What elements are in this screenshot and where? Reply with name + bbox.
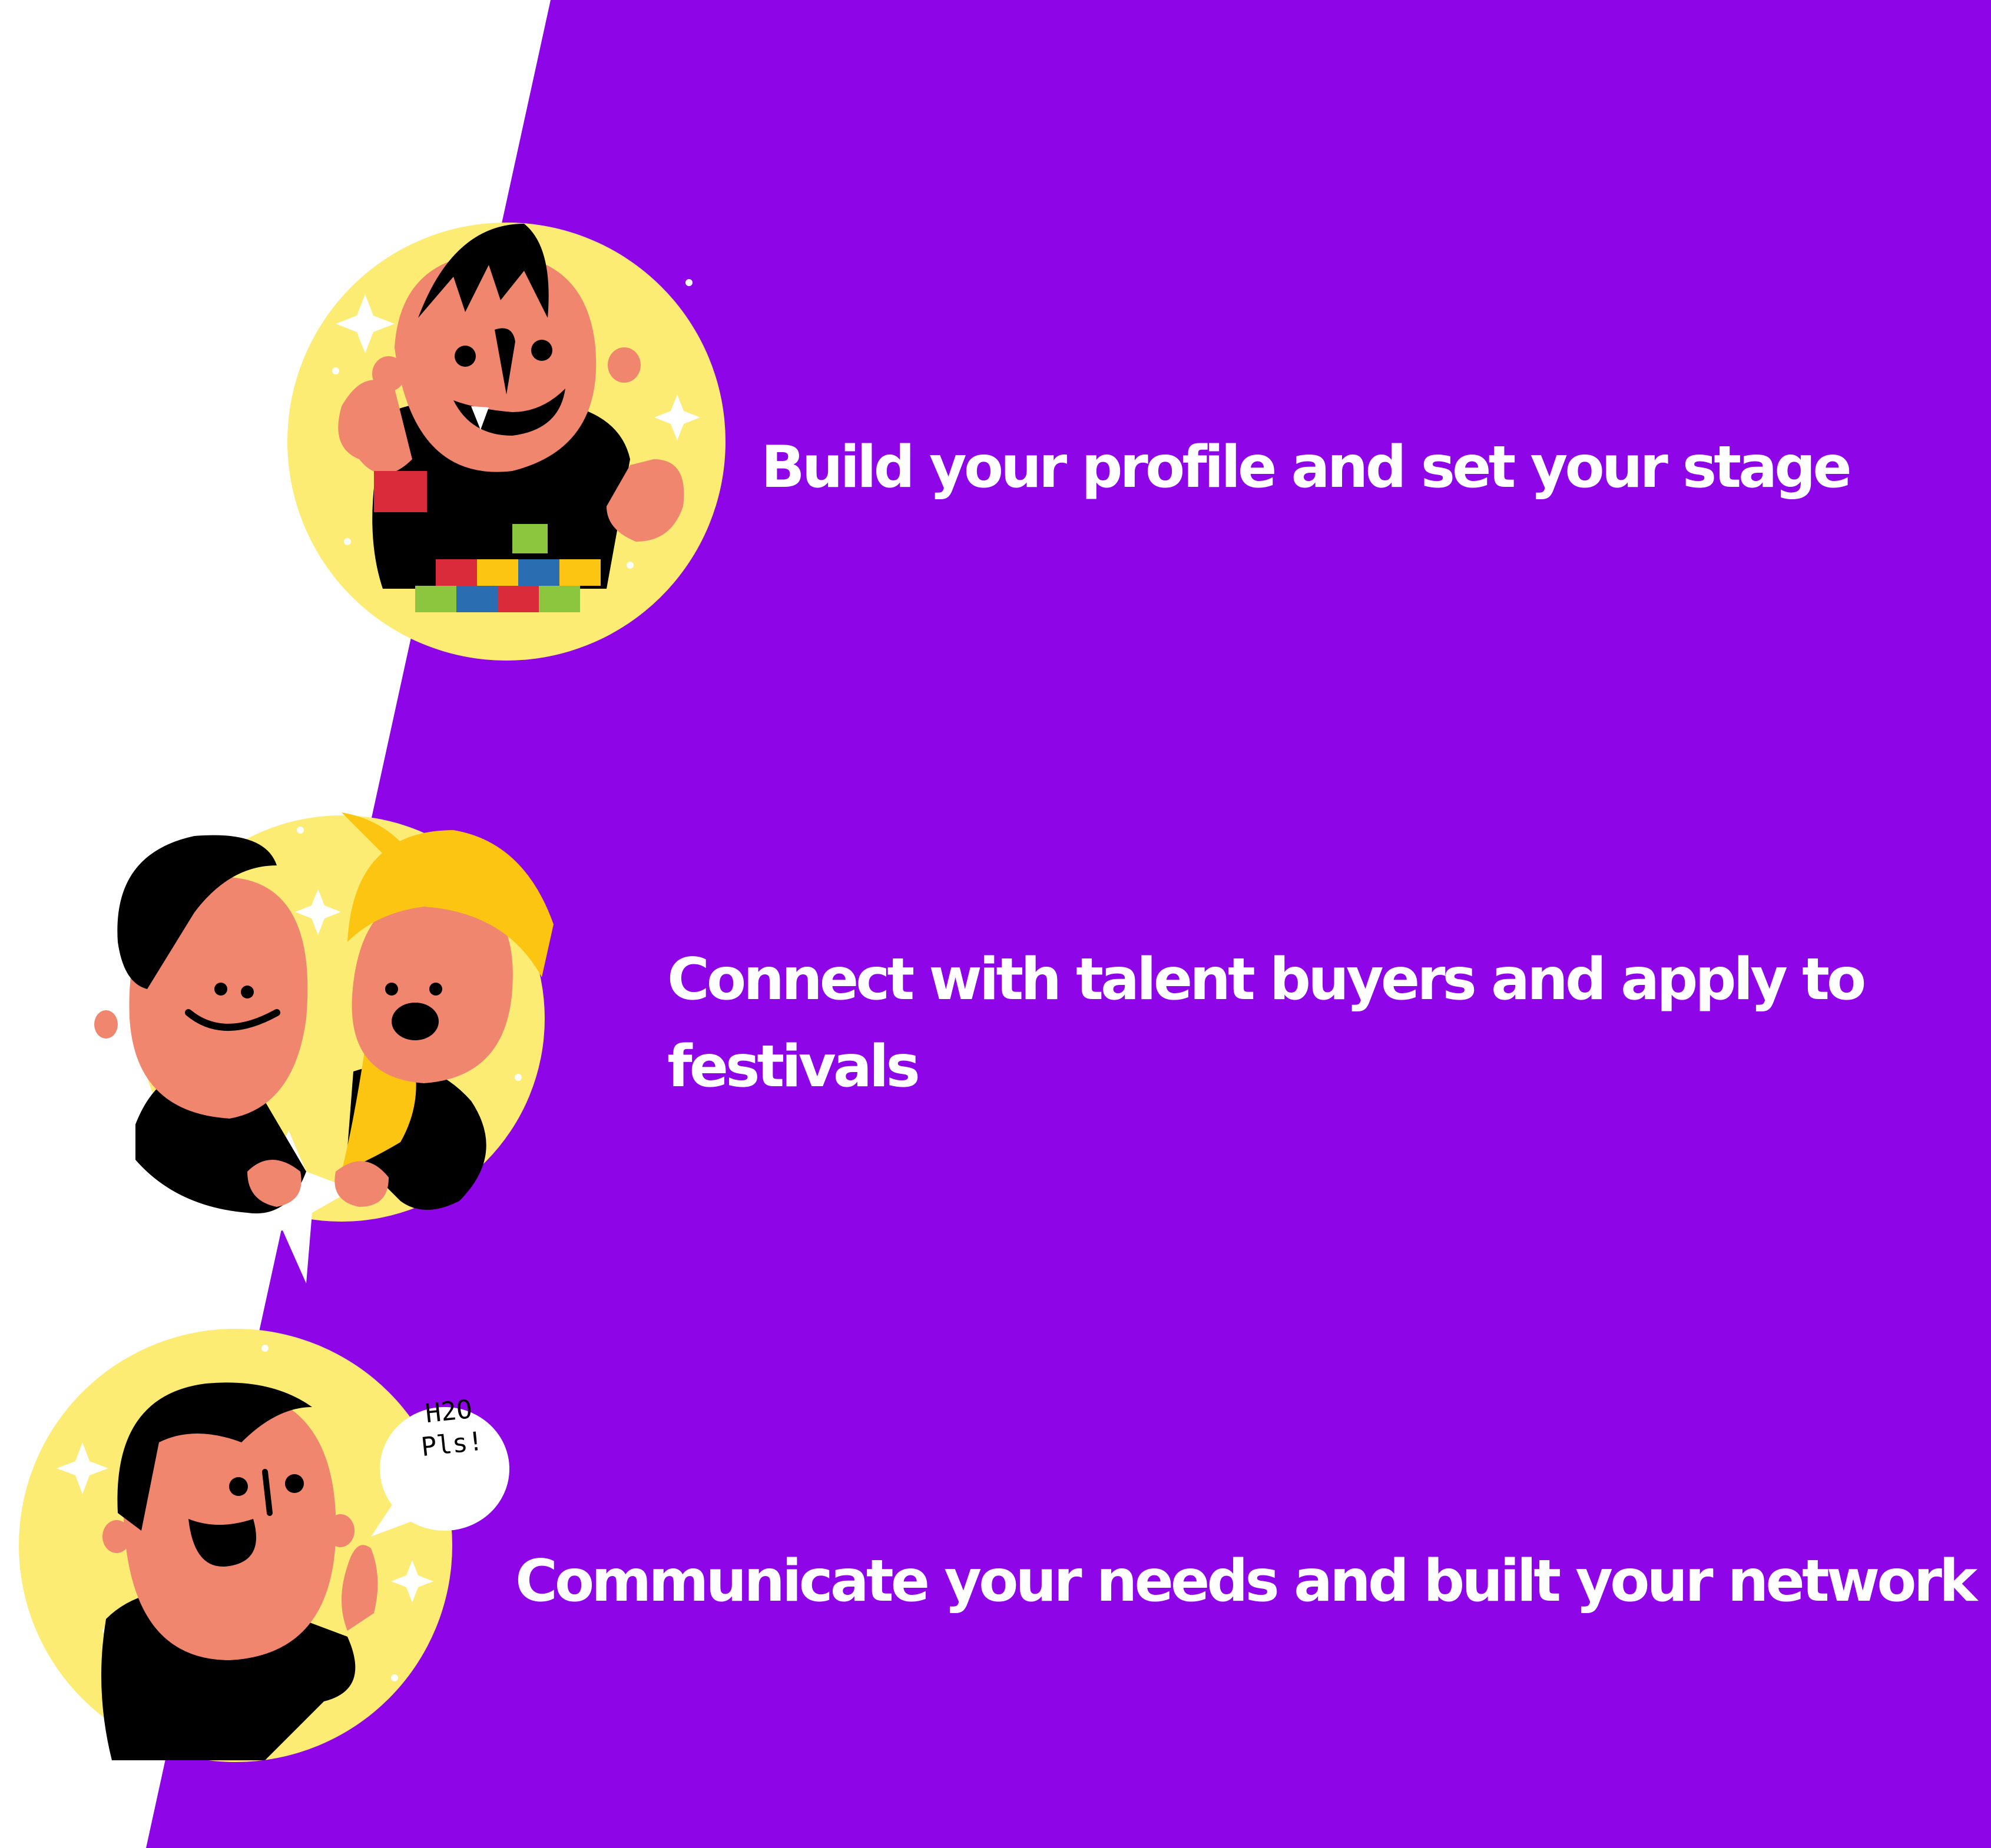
feature-text-connect-talent-buyers: Connect with talent buyers and apply to … bbox=[667, 946, 1866, 1100]
speech-bubble-text: H2O Pls! bbox=[397, 1390, 504, 1466]
feature-text-build-profile: Build your profile and set your stage bbox=[761, 434, 1852, 501]
person-building-blocks-icon bbox=[287, 223, 725, 661]
person-speech-bubble-icon bbox=[19, 1329, 509, 1762]
feature-text-communicate-network: Communicate your needs and built your ne… bbox=[515, 1548, 1977, 1615]
two-people-high-five-icon bbox=[94, 812, 554, 1283]
